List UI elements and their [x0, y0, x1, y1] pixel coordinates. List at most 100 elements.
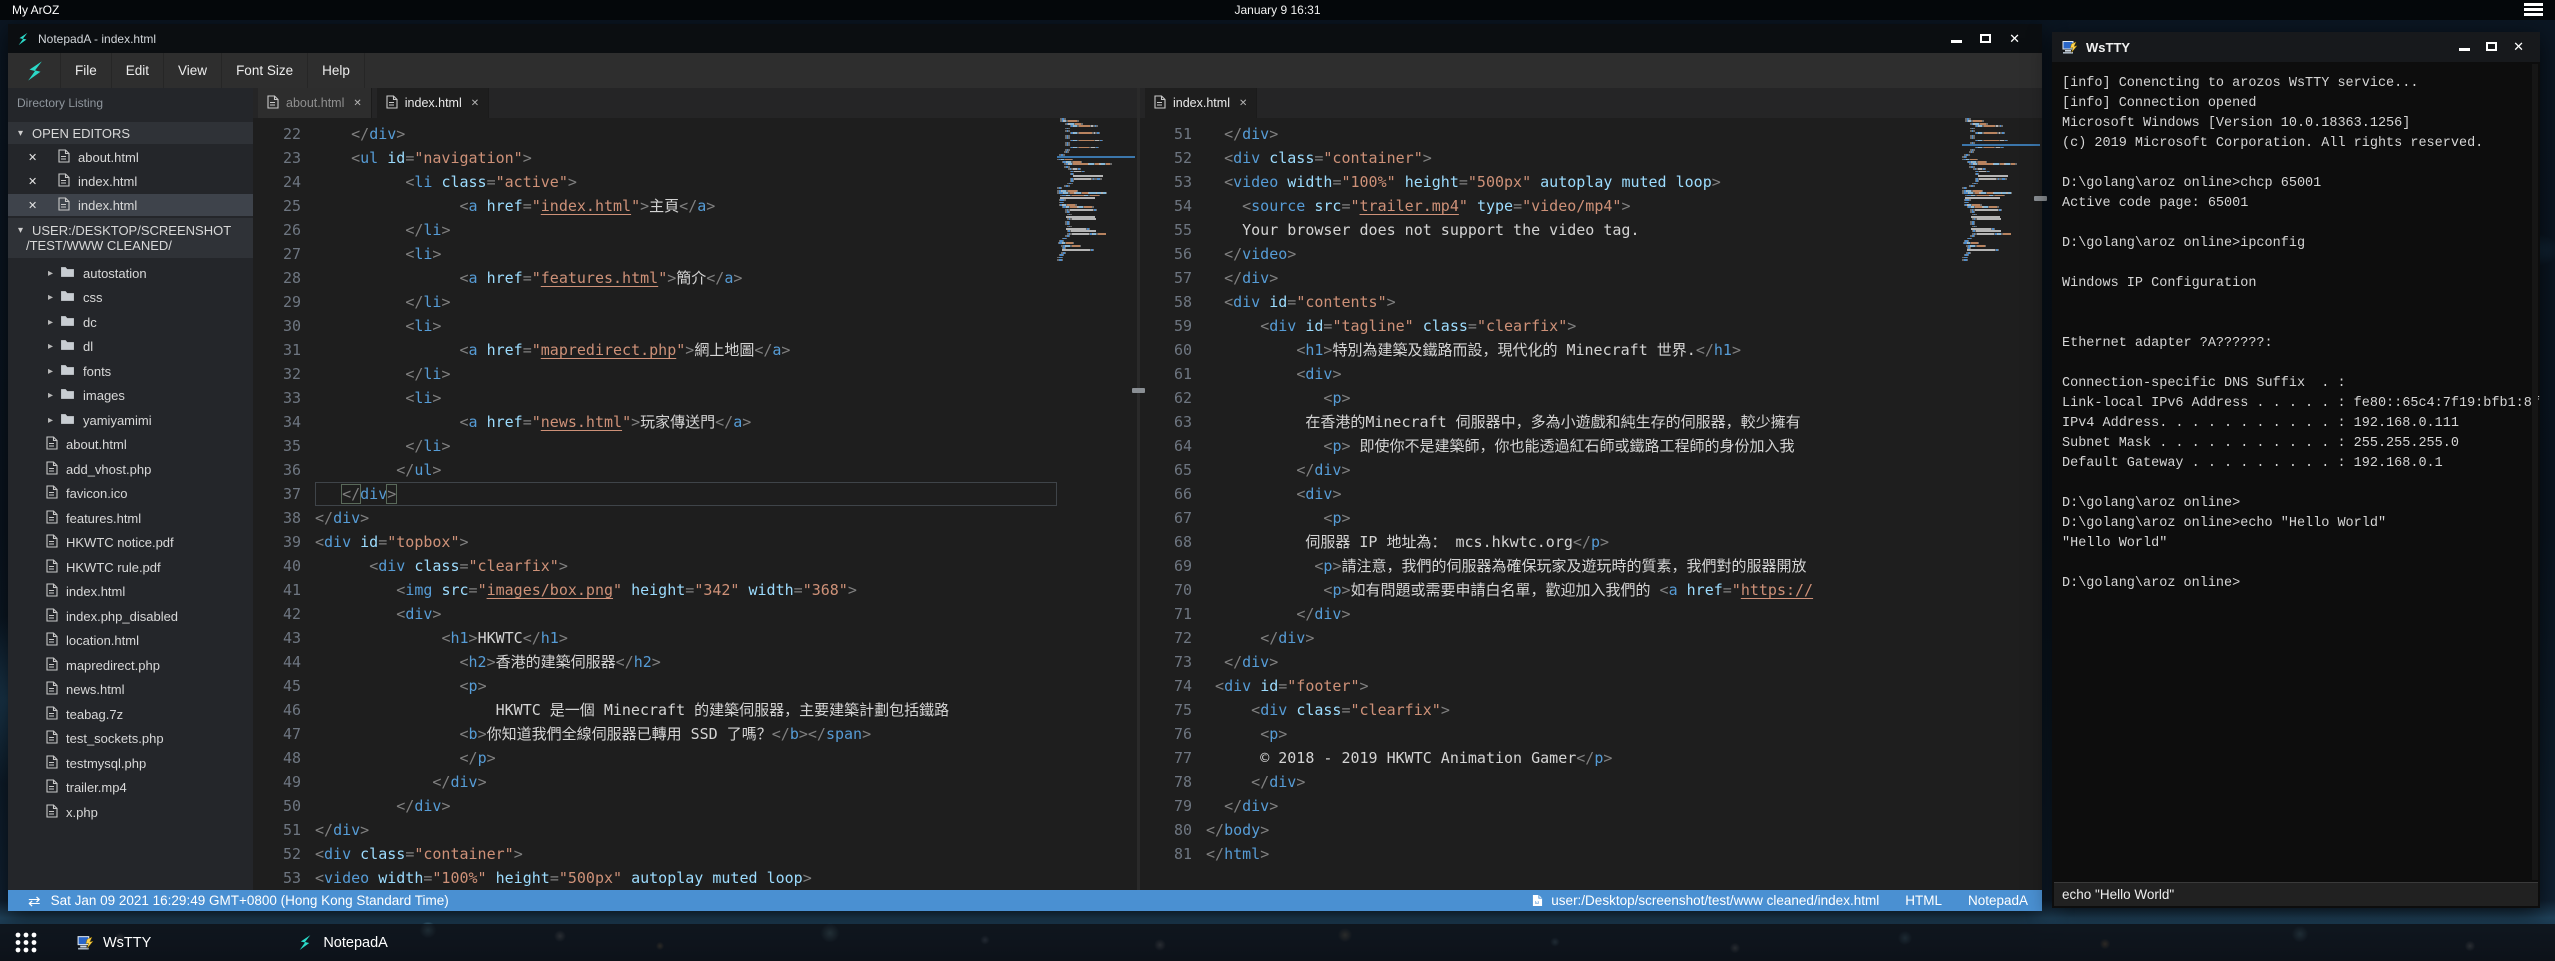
code-line[interactable]: <img src="images/box.png" height="342" w…	[315, 578, 1057, 602]
code-line[interactable]: <li>	[315, 242, 1057, 266]
tree-file-item[interactable]: teabag.7z	[8, 703, 253, 725]
window-resize-handle[interactable]	[2034, 196, 2047, 201]
menu-item-file[interactable]: File	[60, 53, 112, 88]
code-line[interactable]: <p>	[1206, 386, 1962, 410]
code-line[interactable]: </div>	[315, 770, 1057, 794]
code-line[interactable]: <li>	[315, 314, 1057, 338]
tree-file-item[interactable]: testmysql.php	[8, 752, 253, 774]
wstty-minimize-button[interactable]	[2459, 48, 2470, 51]
tree-folder-item[interactable]: ▸fonts	[8, 360, 253, 382]
code-line[interactable]: <p> 即使你不是建築師，你也能透過紅石師或鐵路工程師的身份加入我	[1206, 434, 1962, 458]
code-line[interactable]: </li>	[315, 218, 1057, 242]
code-line[interactable]: </div>	[1206, 770, 1962, 794]
code-line[interactable]: <li>	[315, 386, 1057, 410]
tree-folder-item[interactable]: ▸css	[8, 287, 253, 309]
code-content[interactable]: </div> <ul id="navigation"> <li class="a…	[315, 122, 1057, 890]
wstty-maximize-button[interactable]	[2486, 42, 2497, 51]
editor-tab-index.html[interactable]: index.html✕	[1145, 88, 1257, 118]
code-content[interactable]: </div> <div class="container"> <video wi…	[1206, 122, 1962, 866]
taskbar-item-wstty[interactable]: WsTTY	[76, 934, 151, 951]
code-line[interactable]: © 2018 - 2019 HKWTC Animation Gamer</p>	[1206, 746, 1962, 770]
tree-file-item[interactable]: mapredirect.php	[8, 654, 253, 676]
tree-file-item[interactable]: trailer.mp4	[8, 777, 253, 799]
terminal-command-input[interactable]	[2054, 882, 2538, 906]
code-line[interactable]: </div>	[315, 818, 1057, 842]
code-line[interactable]: </li>	[315, 290, 1057, 314]
code-line[interactable]: </div>	[1206, 122, 1962, 146]
code-line[interactable]: <div class="container">	[315, 842, 1057, 866]
tree-file-item[interactable]: index.php_disabled	[8, 605, 253, 627]
code-line[interactable]: </html>	[1206, 842, 1962, 866]
tree-file-item[interactable]: HKWTC notice.pdf	[8, 532, 253, 554]
code-line[interactable]: </div>	[1206, 458, 1962, 482]
close-button[interactable]: ✕	[2009, 32, 2020, 45]
app-grid-icon[interactable]	[14, 931, 38, 954]
code-line[interactable]: 伺服器 IP 地址為： mcs.hkwtc.org</p>	[1206, 530, 1962, 554]
code-line[interactable]: <div>	[1206, 362, 1962, 386]
menu-item-help[interactable]: Help	[308, 53, 365, 88]
wstty-close-button[interactable]: ✕	[2513, 40, 2524, 53]
code-line[interactable]: <a href="features.html">簡介</a>	[315, 266, 1057, 290]
tree-folder-item[interactable]: ▸dl	[8, 336, 253, 358]
code-line[interactable]: </div>	[315, 482, 1057, 506]
code-line[interactable]: </div>	[1206, 266, 1962, 290]
split-drag-handle[interactable]	[1132, 388, 1145, 393]
tab-close-icon[interactable]: ✕	[1239, 98, 1247, 109]
open-editors-header[interactable]: ▾OPEN EDITORS	[8, 122, 253, 144]
hamburger-menu-icon[interactable]	[2524, 3, 2543, 17]
code-line[interactable]: </div>	[1206, 794, 1962, 818]
code-line[interactable]: <p>	[1206, 506, 1962, 530]
code-line[interactable]: </p>	[315, 746, 1057, 770]
code-line[interactable]: </div>	[1206, 602, 1962, 626]
code-line[interactable]: <video width="100%" height="500px" autop…	[1206, 170, 1962, 194]
close-icon[interactable]: ✕	[28, 199, 40, 212]
status-language[interactable]: HTML	[1905, 893, 1942, 908]
tree-file-item[interactable]: features.html	[8, 507, 253, 529]
code-line[interactable]: <div id="footer">	[1206, 674, 1962, 698]
tree-file-item[interactable]: favicon.ico	[8, 483, 253, 505]
code-line[interactable]: <b>你知道我們全線伺服器已轉用 SSD 了嗎？</b></span>	[315, 722, 1057, 746]
code-line[interactable]: <a href="news.html">玩家傳送門</a>	[315, 410, 1057, 434]
code-line[interactable]: <div>	[1206, 482, 1962, 506]
code-line[interactable]: </li>	[315, 434, 1057, 458]
code-line[interactable]: <h1>特別為建築及鐵路而設，現代化的 Minecraft 世界.</h1>	[1206, 338, 1962, 362]
code-line[interactable]: </video>	[1206, 242, 1962, 266]
open-editor-item[interactable]: ✕index.html	[8, 170, 253, 192]
tree-file-item[interactable]: location.html	[8, 630, 253, 652]
code-line[interactable]: </li>	[315, 362, 1057, 386]
maximize-button[interactable]	[1980, 34, 1991, 43]
tree-file-item[interactable]: add_vhost.php	[8, 458, 253, 480]
code-line[interactable]: <source src="trailer.mp4" type="video/mp…	[1206, 194, 1962, 218]
code-line[interactable]: <div>	[315, 602, 1057, 626]
tree-folder-item[interactable]: ▸autostation	[8, 262, 253, 284]
tree-folder-item[interactable]: ▸images	[8, 385, 253, 407]
code-line[interactable]: </body>	[1206, 818, 1962, 842]
code-line[interactable]: <li class="active">	[315, 170, 1057, 194]
editor-group-right[interactable]: index.html✕51525354555657585960616263646…	[1140, 88, 2042, 890]
code-line[interactable]: <p>請注意，我們的伺服器為確保玩家及遊玩時的質素，我們對的服器開放	[1206, 554, 1962, 578]
status-file-path[interactable]: ω user:/Desktop/screenshot/test/www clea…	[1532, 893, 1879, 908]
code-line[interactable]: 在香港的Minecraft 伺服器中，多為小遊戲和純生存的伺服器，較少擁有	[1206, 410, 1962, 434]
tree-folder-item[interactable]: ▸yamiyamimi	[8, 409, 253, 431]
tree-file-item[interactable]: about.html	[8, 434, 253, 456]
code-line[interactable]: <ul id="navigation">	[315, 146, 1057, 170]
tab-close-icon[interactable]: ✕	[471, 98, 479, 109]
code-line[interactable]: <div class="clearfix">	[315, 554, 1057, 578]
code-line[interactable]: <div class="container">	[1206, 146, 1962, 170]
open-editor-item[interactable]: ✕index.html	[8, 194, 253, 216]
code-line[interactable]: <h1>HKWTC</h1>	[315, 626, 1057, 650]
menu-item-font-size[interactable]: Font Size	[222, 53, 308, 88]
code-line[interactable]: <h2>香港的建築伺服器</h2>	[315, 650, 1057, 674]
code-line[interactable]: Your browser does not support the video …	[1206, 218, 1962, 242]
code-line[interactable]: <div id="contents">	[1206, 290, 1962, 314]
code-line[interactable]: <a href="mapredirect.php">網上地圖</a>	[315, 338, 1057, 362]
code-line[interactable]: <div id="tagline" class="clearfix">	[1206, 314, 1962, 338]
tree-file-item[interactable]: test_sockets.php	[8, 728, 253, 750]
code-line[interactable]: <div id="topbox">	[315, 530, 1057, 554]
terminal-scrollbar[interactable]	[2532, 64, 2538, 880]
code-line[interactable]: <p>	[1206, 722, 1962, 746]
code-line[interactable]: </ul>	[315, 458, 1057, 482]
code-line[interactable]: <video width="100%" height="500px" autop…	[315, 866, 1057, 890]
taskbar-item-notepada[interactable]: NotepadA	[296, 934, 388, 951]
code-line[interactable]: <div class="clearfix">	[1206, 698, 1962, 722]
